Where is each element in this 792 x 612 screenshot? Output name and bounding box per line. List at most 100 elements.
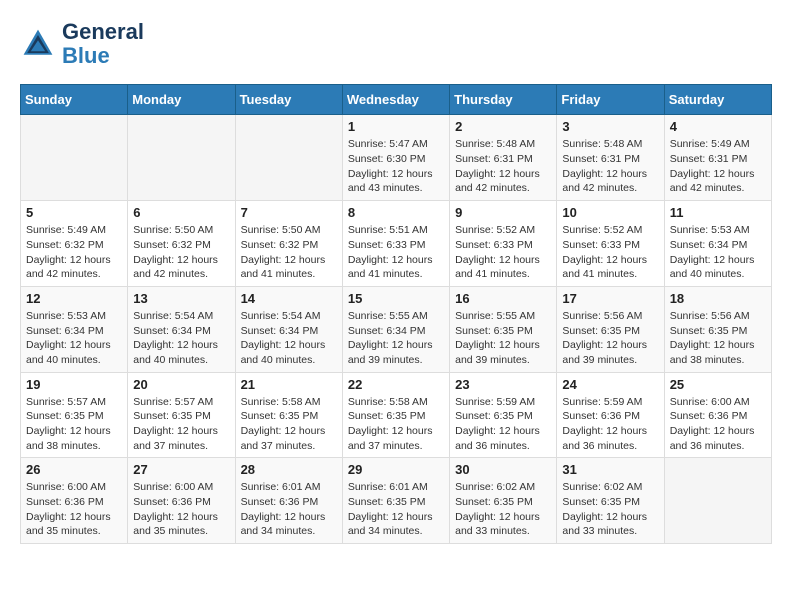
- day-info: Sunrise: 6:01 AM Sunset: 6:36 PM Dayligh…: [241, 480, 337, 539]
- day-number: 1: [348, 119, 444, 134]
- week-row-2: 5 Sunrise: 5:49 AM Sunset: 6:32 PM Daylig…: [21, 201, 772, 287]
- day-cell: 4Sunrise: 5:49 AM Sunset: 6:31 PM Daylig…: [664, 115, 771, 201]
- header-cell-tuesday: Tuesday: [235, 85, 342, 115]
- header-cell-sunday: Sunday: [21, 85, 128, 115]
- day-info: Sunrise: 6:01 AM Sunset: 6:35 PM Dayligh…: [348, 480, 444, 539]
- day-number: 7: [241, 205, 337, 220]
- day-number: 16: [455, 291, 551, 306]
- day-number: 31: [562, 462, 658, 477]
- day-cell: 7 Sunrise: 5:50 AM Sunset: 6:32 PM Daylig…: [235, 201, 342, 287]
- day-info: Sunrise: 5:56 AM Sunset: 6:35 PM Dayligh…: [562, 309, 658, 368]
- day-cell: 3 Sunrise: 5:48 AM Sunset: 6:31 PM Daylig…: [557, 115, 664, 201]
- day-number: 5: [26, 205, 122, 220]
- day-info: Sunrise: 5:54 AM Sunset: 6:34 PM Dayligh…: [241, 309, 337, 368]
- day-cell: 30 Sunrise: 6:02 AM Sunset: 6:35 PM Dayli…: [450, 458, 557, 544]
- day-cell: 29Sunrise: 6:01 AM Sunset: 6:35 PM Dayli…: [342, 458, 449, 544]
- day-cell: [21, 115, 128, 201]
- day-cell: 9 Sunrise: 5:52 AM Sunset: 6:33 PM Daylig…: [450, 201, 557, 287]
- day-number: 28: [241, 462, 337, 477]
- day-number: 9: [455, 205, 551, 220]
- day-number: 17: [562, 291, 658, 306]
- day-info: Sunrise: 5:57 AM Sunset: 6:35 PM Dayligh…: [26, 395, 122, 454]
- day-info: Sunrise: 6:00 AM Sunset: 6:36 PM Dayligh…: [26, 480, 122, 539]
- day-number: 2: [455, 119, 551, 134]
- day-info: Sunrise: 5:53 AM Sunset: 6:34 PM Dayligh…: [26, 309, 122, 368]
- page-header: General Blue: [20, 20, 772, 68]
- day-cell: 5 Sunrise: 5:49 AM Sunset: 6:32 PM Daylig…: [21, 201, 128, 287]
- day-cell: 19Sunrise: 5:57 AM Sunset: 6:35 PM Dayli…: [21, 372, 128, 458]
- day-number: 13: [133, 291, 229, 306]
- day-info: Sunrise: 5:50 AM Sunset: 6:32 PM Dayligh…: [241, 223, 337, 282]
- week-row-3: 12 Sunrise: 5:53 AM Sunset: 6:34 PM Dayli…: [21, 286, 772, 372]
- day-info: Sunrise: 5:59 AM Sunset: 6:35 PM Dayligh…: [455, 395, 551, 454]
- day-number: 25: [670, 377, 766, 392]
- day-cell: 25 Sunrise: 6:00 AM Sunset: 6:36 PM Dayli…: [664, 372, 771, 458]
- header-cell-thursday: Thursday: [450, 85, 557, 115]
- day-cell: 24 Sunrise: 5:59 AM Sunset: 6:36 PM Dayli…: [557, 372, 664, 458]
- day-cell: [664, 458, 771, 544]
- logo-text: General Blue: [62, 20, 144, 68]
- day-number: 4: [670, 119, 766, 134]
- day-info: Sunrise: 5:55 AM Sunset: 6:35 PM Dayligh…: [455, 309, 551, 368]
- day-number: 30: [455, 462, 551, 477]
- day-number: 24: [562, 377, 658, 392]
- day-info: Sunrise: 5:51 AM Sunset: 6:33 PM Dayligh…: [348, 223, 444, 282]
- day-cell: 15 Sunrise: 5:55 AM Sunset: 6:34 PM Dayli…: [342, 286, 449, 372]
- day-info: Sunrise: 6:02 AM Sunset: 6:35 PM Dayligh…: [455, 480, 551, 539]
- day-cell: [128, 115, 235, 201]
- day-cell: 17 Sunrise: 5:56 AM Sunset: 6:35 PM Dayli…: [557, 286, 664, 372]
- day-cell: 14 Sunrise: 5:54 AM Sunset: 6:34 PM Dayli…: [235, 286, 342, 372]
- week-row-4: 19Sunrise: 5:57 AM Sunset: 6:35 PM Dayli…: [21, 372, 772, 458]
- day-cell: 26 Sunrise: 6:00 AM Sunset: 6:36 PM Dayli…: [21, 458, 128, 544]
- calendar-body: 1Sunrise: 5:47 AM Sunset: 6:30 PM Daylig…: [21, 115, 772, 544]
- day-number: 20: [133, 377, 229, 392]
- day-cell: 18Sunrise: 5:56 AM Sunset: 6:35 PM Dayli…: [664, 286, 771, 372]
- day-number: 26: [26, 462, 122, 477]
- day-cell: 28 Sunrise: 6:01 AM Sunset: 6:36 PM Dayli…: [235, 458, 342, 544]
- day-number: 27: [133, 462, 229, 477]
- day-info: Sunrise: 5:49 AM Sunset: 6:32 PM Dayligh…: [26, 223, 122, 282]
- calendar-table: SundayMondayTuesdayWednesdayThursdayFrid…: [20, 84, 772, 544]
- header-cell-friday: Friday: [557, 85, 664, 115]
- day-info: Sunrise: 5:48 AM Sunset: 6:31 PM Dayligh…: [562, 137, 658, 196]
- day-info: Sunrise: 6:00 AM Sunset: 6:36 PM Dayligh…: [133, 480, 229, 539]
- day-number: 11: [670, 205, 766, 220]
- day-cell: 8Sunrise: 5:51 AM Sunset: 6:33 PM Daylig…: [342, 201, 449, 287]
- day-cell: 21Sunrise: 5:58 AM Sunset: 6:35 PM Dayli…: [235, 372, 342, 458]
- day-info: Sunrise: 5:54 AM Sunset: 6:34 PM Dayligh…: [133, 309, 229, 368]
- day-number: 15: [348, 291, 444, 306]
- day-info: Sunrise: 5:55 AM Sunset: 6:34 PM Dayligh…: [348, 309, 444, 368]
- day-cell: 2 Sunrise: 5:48 AM Sunset: 6:31 PM Daylig…: [450, 115, 557, 201]
- day-info: Sunrise: 5:58 AM Sunset: 6:35 PM Dayligh…: [241, 395, 337, 454]
- day-cell: 13 Sunrise: 5:54 AM Sunset: 6:34 PM Dayli…: [128, 286, 235, 372]
- day-number: 3: [562, 119, 658, 134]
- calendar-header: SundayMondayTuesdayWednesdayThursdayFrid…: [21, 85, 772, 115]
- day-cell: 31Sunrise: 6:02 AM Sunset: 6:35 PM Dayli…: [557, 458, 664, 544]
- day-number: 22: [348, 377, 444, 392]
- day-info: Sunrise: 6:00 AM Sunset: 6:36 PM Dayligh…: [670, 395, 766, 454]
- day-cell: 6Sunrise: 5:50 AM Sunset: 6:32 PM Daylig…: [128, 201, 235, 287]
- day-number: 23: [455, 377, 551, 392]
- day-cell: [235, 115, 342, 201]
- logo-icon: [20, 26, 56, 62]
- day-number: 14: [241, 291, 337, 306]
- day-info: Sunrise: 5:48 AM Sunset: 6:31 PM Dayligh…: [455, 137, 551, 196]
- day-cell: 16 Sunrise: 5:55 AM Sunset: 6:35 PM Dayli…: [450, 286, 557, 372]
- header-cell-monday: Monday: [128, 85, 235, 115]
- day-info: Sunrise: 5:57 AM Sunset: 6:35 PM Dayligh…: [133, 395, 229, 454]
- day-cell: 22 Sunrise: 5:58 AM Sunset: 6:35 PM Dayli…: [342, 372, 449, 458]
- day-cell: 11 Sunrise: 5:53 AM Sunset: 6:34 PM Dayli…: [664, 201, 771, 287]
- day-info: Sunrise: 5:53 AM Sunset: 6:34 PM Dayligh…: [670, 223, 766, 282]
- day-info: Sunrise: 5:56 AM Sunset: 6:35 PM Dayligh…: [670, 309, 766, 368]
- day-info: Sunrise: 5:52 AM Sunset: 6:33 PM Dayligh…: [562, 223, 658, 282]
- day-cell: 27 Sunrise: 6:00 AM Sunset: 6:36 PM Dayli…: [128, 458, 235, 544]
- header-cell-saturday: Saturday: [664, 85, 771, 115]
- day-info: Sunrise: 5:52 AM Sunset: 6:33 PM Dayligh…: [455, 223, 551, 282]
- day-info: Sunrise: 5:59 AM Sunset: 6:36 PM Dayligh…: [562, 395, 658, 454]
- week-row-1: 1Sunrise: 5:47 AM Sunset: 6:30 PM Daylig…: [21, 115, 772, 201]
- day-number: 12: [26, 291, 122, 306]
- header-row: SundayMondayTuesdayWednesdayThursdayFrid…: [21, 85, 772, 115]
- logo: General Blue: [20, 20, 144, 68]
- day-info: Sunrise: 5:58 AM Sunset: 6:35 PM Dayligh…: [348, 395, 444, 454]
- week-row-5: 26 Sunrise: 6:00 AM Sunset: 6:36 PM Dayli…: [21, 458, 772, 544]
